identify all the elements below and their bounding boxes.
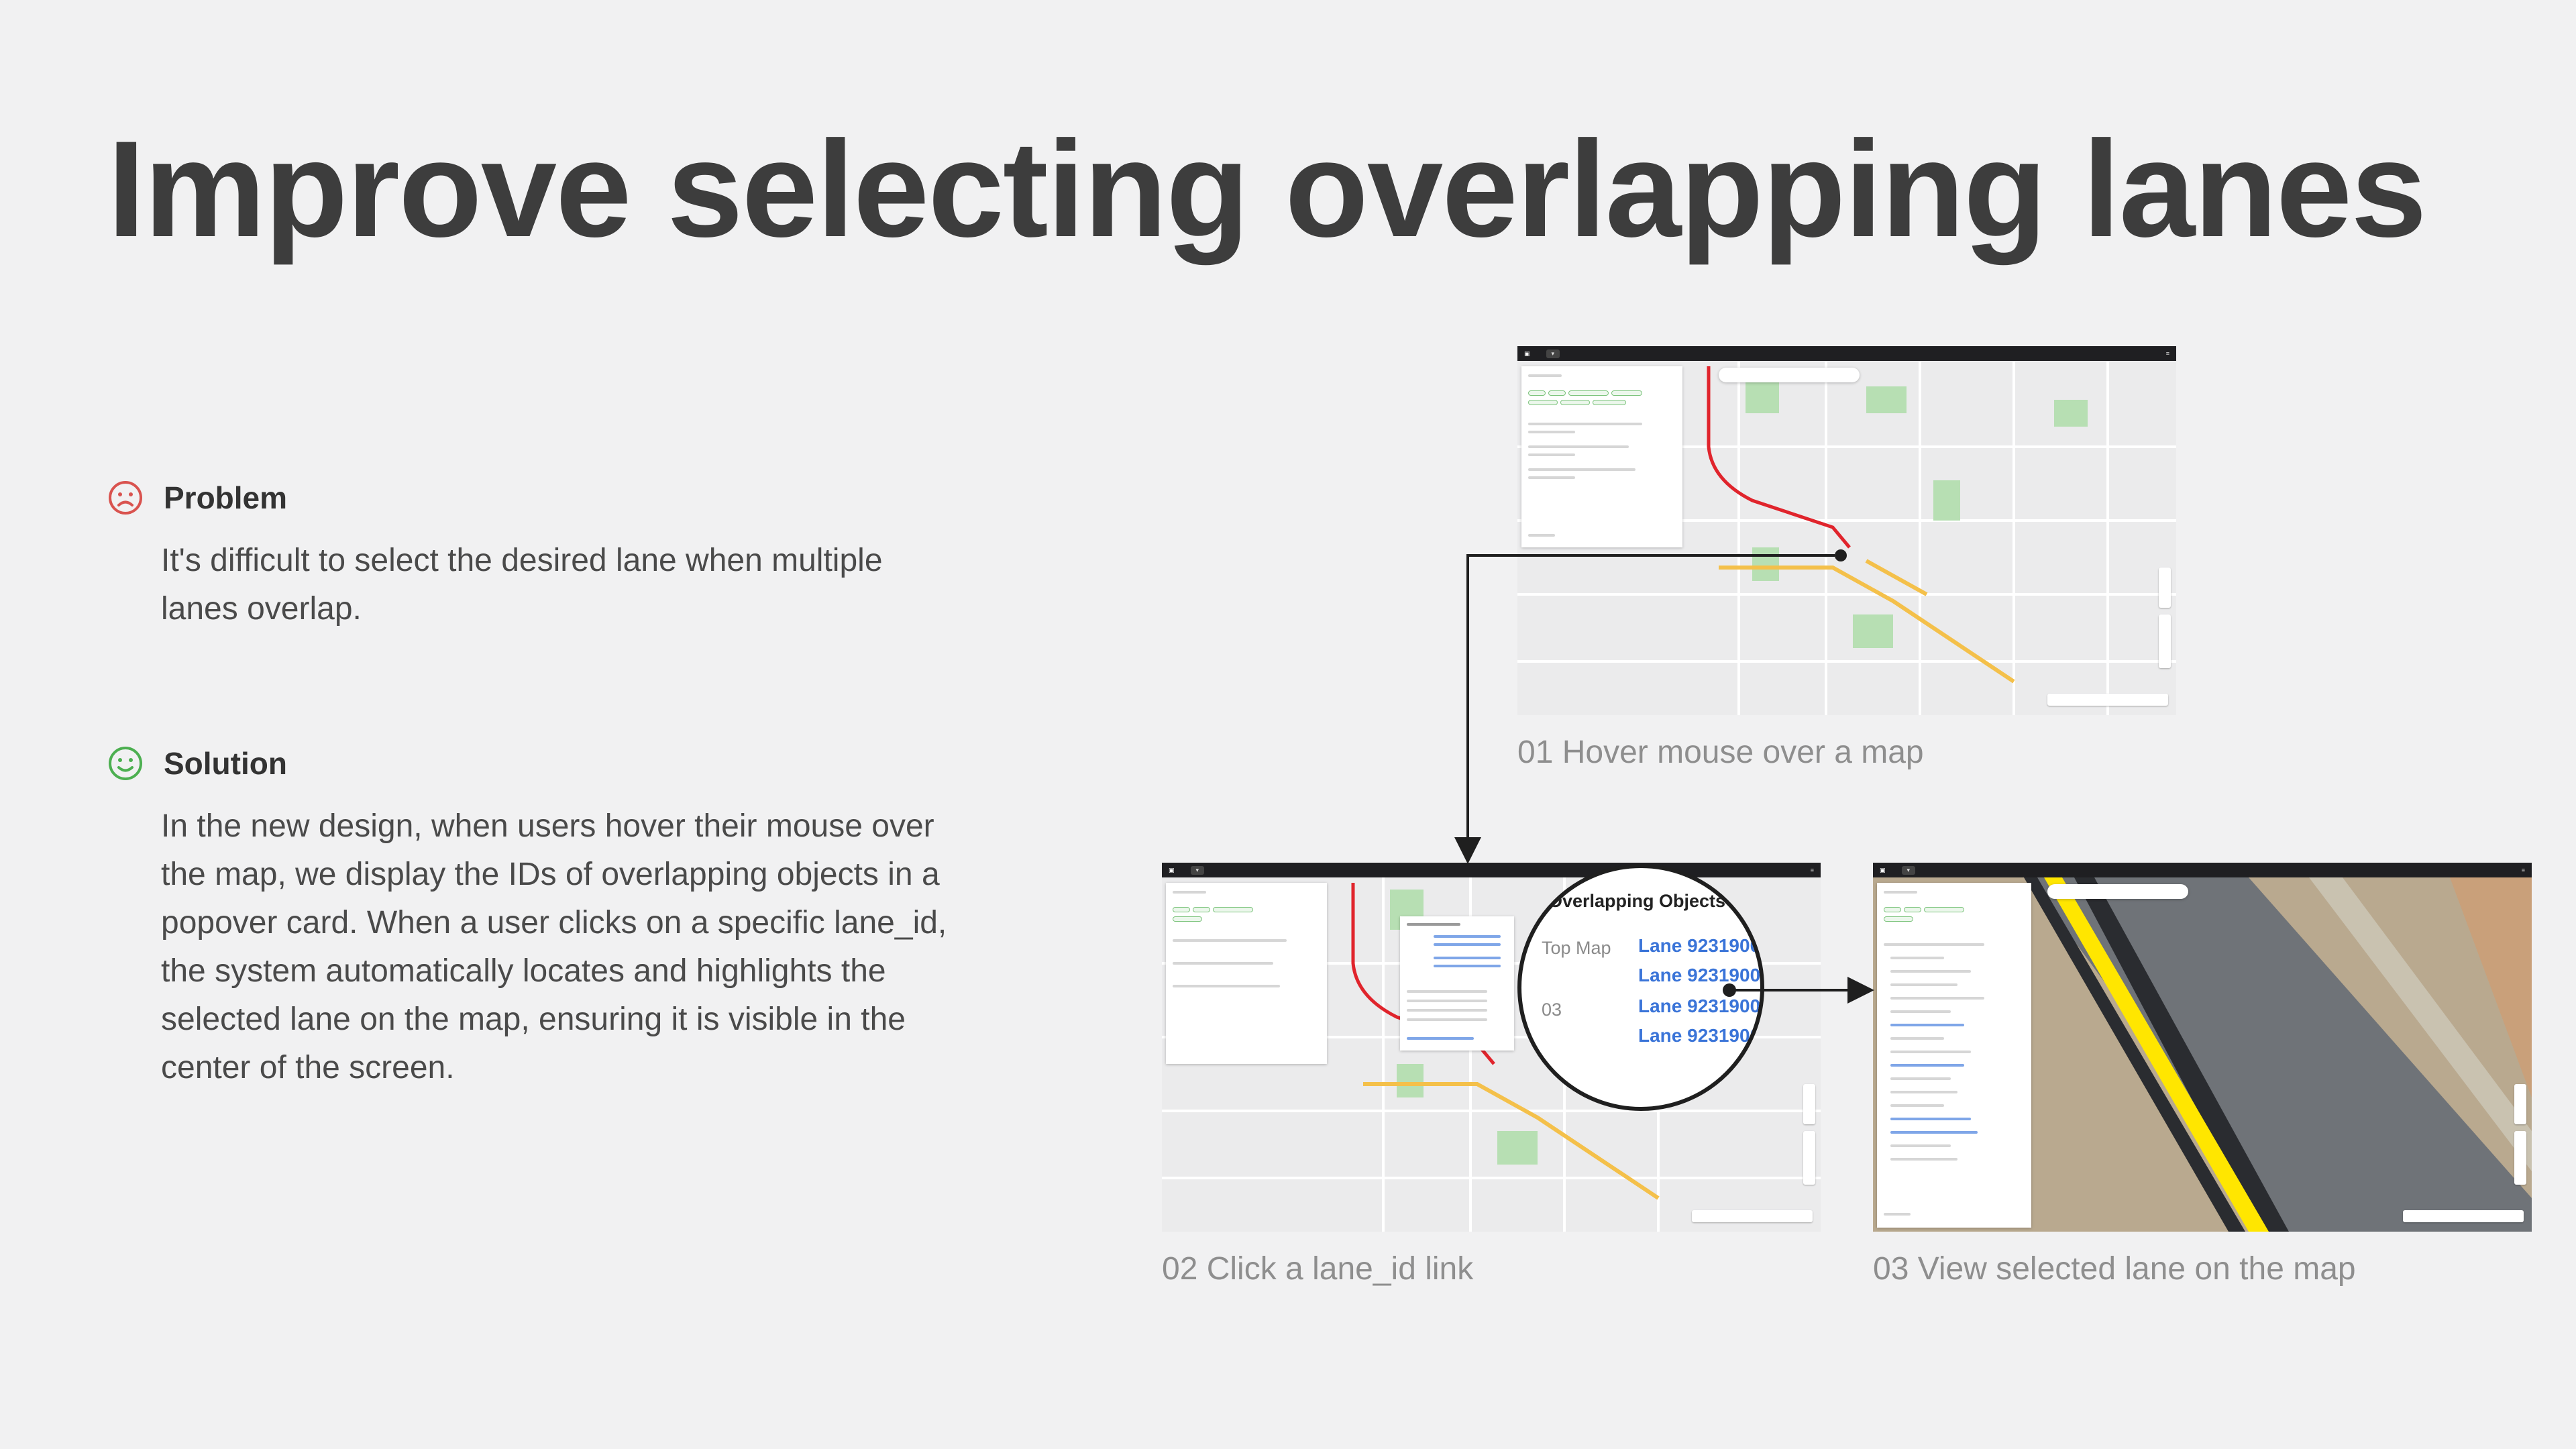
layer-label: 03: [1542, 1000, 1562, 1020]
lane-id-link[interactable]: Lane 9231900: [1638, 996, 1760, 1017]
page-title: Improve selecting overlapping lanes: [107, 113, 2427, 266]
smile-face-icon: [109, 747, 142, 780]
popover-magnifier: Overlapping Objects Top Map Lane 9231900…: [1517, 864, 1764, 1111]
solution-heading: Solution: [164, 746, 287, 781]
solution-section: Solution In the new design, when users h…: [107, 742, 953, 1092]
caption-step-3: 03 View selected lane on the map: [1873, 1251, 2356, 1287]
top-map-label: Top Map: [1542, 938, 1611, 958]
solution-text: In the new design, when users hover thei…: [161, 808, 947, 1085]
screenshot-hover-map: ▣ ▾ ≡: [1517, 346, 2176, 715]
layer-panel: [1521, 366, 1682, 547]
overlapping-objects-heading: Overlapping Objects: [1548, 891, 1726, 911]
map-style-switcher: [1692, 1210, 1813, 1222]
lane-properties-panel: [1877, 883, 2031, 1228]
app-top-bar: ▣ ▾ ≡: [1162, 863, 1821, 877]
problem-heading: Problem: [164, 480, 288, 515]
solution-header: Solution: [107, 742, 953, 785]
problem-section: Problem It's difficult to select the des…: [107, 476, 953, 633]
map-tool-controls: [2514, 1131, 2526, 1185]
caption-step-2: 02 Click a lane_id link: [1162, 1251, 1474, 1287]
overlapping-objects-popover: [1400, 916, 1514, 1051]
map-tool-controls: [2159, 614, 2171, 668]
lane-id-link[interactable]: Lane 9231900: [1638, 1025, 1760, 1046]
app-top-bar: ▣ ▾ ≡: [1517, 346, 2176, 361]
zoom-controls: [2159, 568, 2171, 608]
screenshot-selected-lane: ▣ ▾ ≡: [1873, 863, 2532, 1232]
app-top-bar: ▣ ▾ ≡: [1873, 863, 2532, 877]
map-search-bar: [1719, 368, 1860, 382]
map-search-bar: [2047, 884, 2188, 899]
map-style-switcher: [2047, 694, 2168, 706]
zoom-controls: [2514, 1084, 2526, 1124]
problem-header: Problem: [107, 476, 953, 519]
lane-id-link[interactable]: Lane 9231900: [1638, 965, 1760, 986]
sad-face-icon: [109, 481, 142, 515]
lane-id-link[interactable]: Lane 9231900: [1638, 935, 1760, 957]
zoom-controls: [1803, 1084, 1815, 1124]
layer-panel: [1166, 883, 1327, 1064]
map-style-switcher: [2403, 1210, 2524, 1222]
problem-text: It's difficult to select the desired lan…: [161, 543, 883, 627]
map-tool-controls: [1803, 1131, 1815, 1185]
caption-step-1: 01 Hover mouse over a map: [1517, 735, 1924, 770]
